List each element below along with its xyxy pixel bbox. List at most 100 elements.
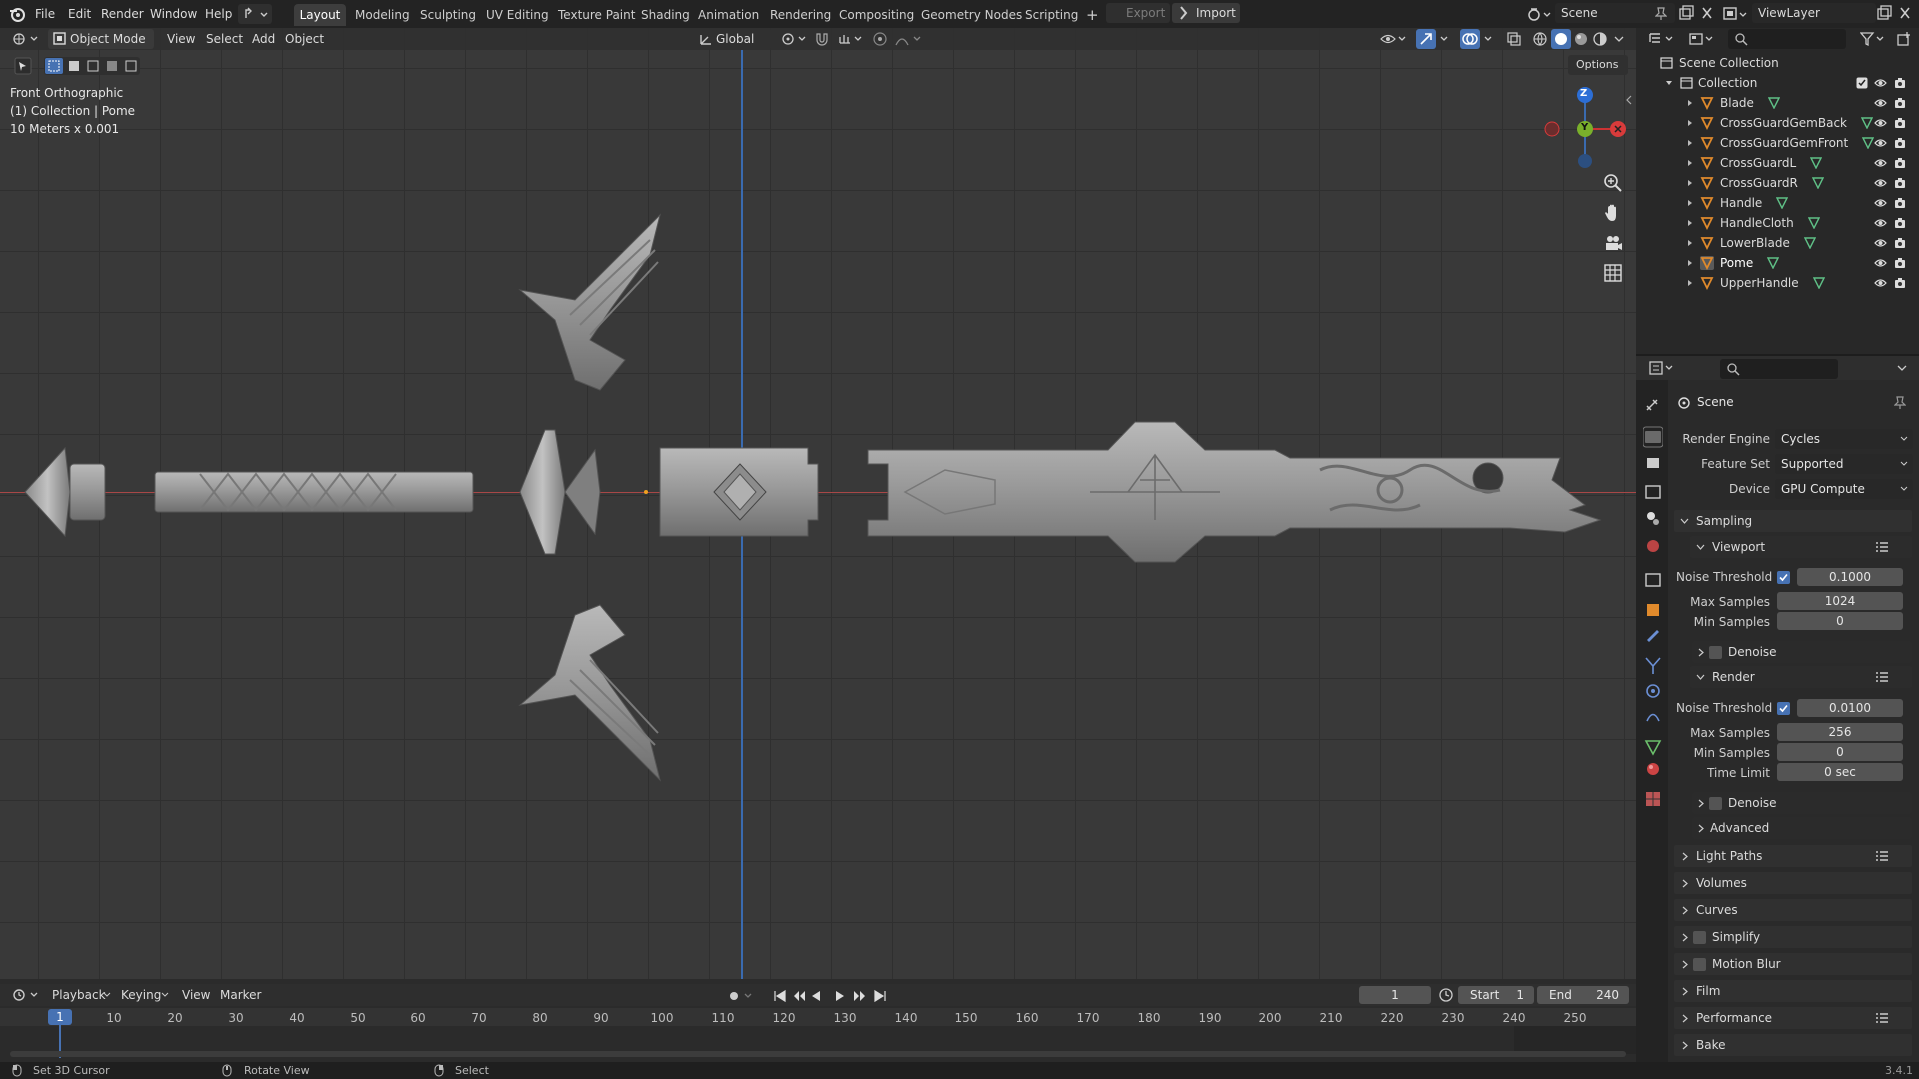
expand-arrow-icon[interactable] (1686, 139, 1694, 147)
mesh-data-icon[interactable] (1803, 237, 1816, 249)
camera-icon[interactable] (1894, 197, 1906, 209)
presets-list-icon[interactable] (1875, 541, 1889, 553)
render-engine-dropdown[interactable]: Cycles (1775, 429, 1913, 449)
mesh-data-icon[interactable] (1811, 177, 1824, 189)
timeline-scrollbar[interactable] (10, 1051, 1626, 1057)
display-mode-icon[interactable] (1688, 31, 1716, 47)
bake-panel[interactable]: Bake (1674, 1034, 1912, 1056)
camera-icon[interactable] (1894, 177, 1906, 189)
camera-icon[interactable] (1894, 237, 1906, 249)
menu-window[interactable]: Window (150, 4, 197, 24)
render-max-samples-field[interactable]: 256 (1777, 723, 1903, 741)
properties-search-input[interactable] (1720, 359, 1838, 379)
properties-tab-icons[interactable] (1643, 396, 1663, 836)
mesh-data-icon[interactable] (1767, 97, 1780, 109)
camera-icon[interactable] (1894, 117, 1906, 129)
volumes-panel[interactable]: Volumes (1674, 872, 1912, 894)
selection-mode-icons[interactable] (44, 57, 140, 75)
camera-icon[interactable] (1894, 77, 1906, 89)
performance-panel[interactable]: Performance (1674, 1007, 1912, 1029)
gizmo-toggle-icon[interactable] (1416, 29, 1452, 49)
viewport-min-samples-field[interactable]: 0 (1777, 612, 1903, 630)
motion-blur-panel[interactable]: Motion Blur (1674, 953, 1912, 975)
render-noise-threshold-checkbox[interactable] (1777, 702, 1790, 715)
tab-shading[interactable]: Shading (641, 4, 690, 26)
tab-sculpting[interactable]: Sculpting (420, 4, 476, 26)
menu-help[interactable]: Help (205, 4, 232, 24)
tool-settings-icon[interactable] (14, 57, 32, 75)
snap-target-icon[interactable] (838, 31, 864, 47)
eye-icon[interactable] (1874, 177, 1887, 189)
filter-icon[interactable] (1860, 31, 1886, 47)
eye-icon[interactable] (1874, 97, 1887, 109)
eye-icon[interactable] (1874, 197, 1887, 209)
presets-list-icon[interactable] (1875, 671, 1889, 683)
outliner-object-row[interactable]: UpperHandle (1640, 273, 1915, 293)
navigation-gizmo[interactable]: Z Y (1540, 84, 1630, 174)
add-workspace-icon[interactable]: + (1086, 4, 1099, 26)
expand-arrow-icon[interactable] (1686, 199, 1694, 207)
scene-collection-row[interactable]: Scene Collection (1640, 53, 1915, 73)
outliner-object-row[interactable]: CrossGuardL (1640, 153, 1915, 173)
properties-editor-type-icon[interactable] (1648, 360, 1676, 376)
handle-object[interactable] (154, 471, 474, 513)
snap-icon[interactable] (814, 31, 830, 47)
timeline-editor-type-icon[interactable] (12, 987, 40, 1003)
shading-solid-icon[interactable] (1551, 29, 1571, 49)
tab-uv-editing[interactable]: UV Editing (486, 4, 549, 26)
timeline-menu-marker[interactable]: Marker (220, 986, 261, 1004)
pivot-point-icon[interactable] (780, 31, 808, 47)
outliner-object-row[interactable]: Blade (1640, 93, 1915, 113)
mesh-data-icon[interactable] (1862, 137, 1875, 149)
timeline-menu-keying[interactable]: Keying (121, 986, 161, 1004)
transform-orientation-dropdown[interactable]: Global (694, 29, 772, 49)
simplify-checkbox[interactable] (1693, 931, 1706, 944)
presets-list-icon[interactable] (1875, 1012, 1889, 1024)
advanced-subpanel[interactable]: Advanced (1692, 817, 1912, 839)
render-denoise-checkbox[interactable] (1709, 797, 1722, 810)
view-layer-field[interactable]: ViewLayer (1752, 3, 1876, 23)
mesh-data-icon[interactable] (1861, 117, 1873, 129)
viewport-denoise-checkbox[interactable] (1709, 646, 1722, 659)
viewport-noise-threshold-field[interactable]: 0.1000 (1797, 568, 1903, 586)
tab-animation[interactable]: Animation (698, 4, 759, 26)
handlecloth-object[interactable] (659, 447, 819, 537)
render-min-samples-field[interactable]: 0 (1777, 743, 1903, 761)
preview-range-icon[interactable] (1438, 987, 1454, 1003)
time-limit-field[interactable]: 0 sec (1777, 763, 1903, 781)
tab-texture-paint[interactable]: Texture Paint (558, 4, 635, 26)
outliner-object-row[interactable]: CrossGuardGemFront (1640, 133, 1915, 153)
outliner-editor-type-icon[interactable] (1648, 31, 1676, 47)
current-frame-field[interactable]: 1 (1359, 986, 1431, 1004)
new-view-layer-icon[interactable] (1876, 5, 1892, 21)
tab-geometry-nodes[interactable]: Geometry Nodes (921, 4, 1022, 26)
viewport-menu-object[interactable]: Object (285, 30, 324, 48)
eye-icon[interactable] (1874, 137, 1887, 149)
eye-icon[interactable] (1874, 277, 1887, 289)
viewport-noise-threshold-checkbox[interactable] (1777, 571, 1790, 584)
camera-view-icon[interactable] (1602, 232, 1624, 254)
eye-icon[interactable] (1874, 217, 1887, 229)
presets-list-icon[interactable] (1875, 850, 1889, 862)
menu-render[interactable]: Render (101, 4, 144, 24)
new-collection-icon[interactable] (1896, 31, 1912, 47)
render-subpanel-header[interactable]: Render (1690, 666, 1912, 688)
timeline-menu-playback[interactable]: Playback (52, 986, 106, 1004)
viewport-subpanel-header[interactable]: Viewport (1690, 536, 1912, 558)
curves-panel[interactable]: Curves (1674, 899, 1912, 921)
motion-blur-checkbox[interactable] (1693, 958, 1706, 971)
crossguardr-object[interactable] (518, 604, 661, 782)
viewport-menu-add[interactable]: Add (252, 30, 275, 48)
eye-icon[interactable] (1874, 77, 1887, 89)
remove-scene-icon[interactable] (1700, 5, 1714, 21)
outliner-object-row[interactable]: LowerBlade (1640, 233, 1915, 253)
light-paths-panel[interactable]: Light Paths (1674, 845, 1912, 867)
pin-icon[interactable] (1655, 7, 1667, 21)
render-noise-threshold-field[interactable]: 0.0100 (1797, 699, 1903, 717)
sampling-panel-header[interactable]: Sampling (1674, 510, 1912, 532)
render-denoise-subpanel[interactable]: Denoise (1692, 792, 1912, 814)
camera-icon[interactable] (1894, 97, 1906, 109)
outliner-object-row[interactable]: HandleCloth (1640, 213, 1915, 233)
shading-material-icon[interactable] (1573, 31, 1589, 47)
expand-arrow-icon[interactable] (1686, 159, 1694, 167)
